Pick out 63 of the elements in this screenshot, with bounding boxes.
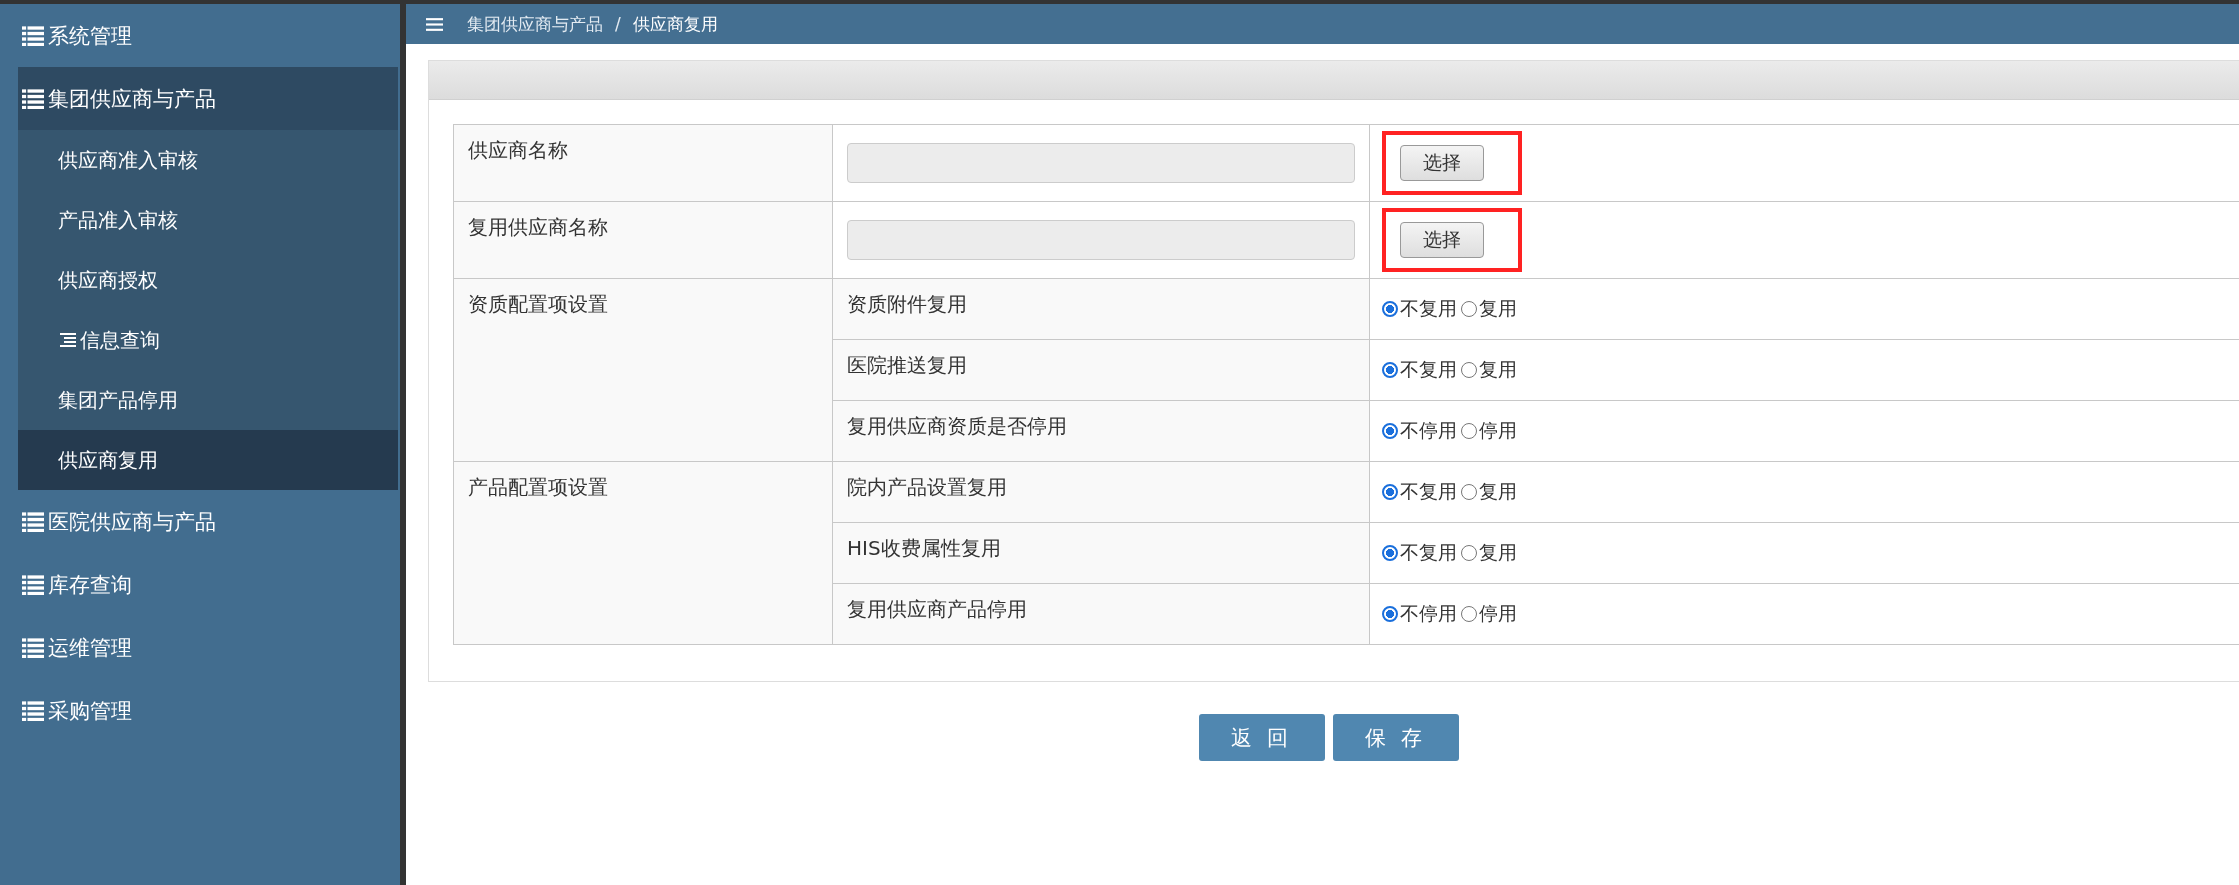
breadcrumb-current: 供应商复用 xyxy=(632,12,718,36)
radio-option[interactable]: 复用 xyxy=(1461,479,1517,505)
radio-button[interactable] xyxy=(1382,484,1398,500)
list-icon xyxy=(22,574,44,595)
radio-button[interactable] xyxy=(1382,423,1398,439)
radio-button[interactable] xyxy=(1382,362,1398,378)
sidebar-item[interactable]: 医院供应商与产品 xyxy=(0,490,400,553)
breadcrumb-separator: / xyxy=(615,14,621,34)
radio-button[interactable] xyxy=(1461,484,1477,500)
sidebar-item[interactable]: 库存查询 xyxy=(0,553,400,616)
sidebar-subitem[interactable]: 集团产品停用 xyxy=(18,370,398,430)
group-label: 产品配置项设置 xyxy=(468,475,608,499)
radio-option[interactable]: 不复用 xyxy=(1382,540,1457,566)
menu-icon[interactable] xyxy=(426,17,443,31)
radio-button[interactable] xyxy=(1382,301,1398,317)
radio-button[interactable] xyxy=(1461,545,1477,561)
select-button[interactable]: 选择 xyxy=(1400,145,1484,181)
list-icon xyxy=(22,25,44,46)
radio-button[interactable] xyxy=(1382,606,1398,622)
input-field[interactable] xyxy=(847,143,1355,183)
sidebar-item[interactable]: 运维管理 xyxy=(0,616,400,679)
radio-button[interactable] xyxy=(1461,606,1477,622)
radio-option[interactable]: 不复用 xyxy=(1382,479,1457,505)
radio-button[interactable] xyxy=(1382,545,1398,561)
radio-option[interactable]: 复用 xyxy=(1461,540,1517,566)
radio-option[interactable]: 不停用 xyxy=(1382,601,1457,627)
breadcrumb-link[interactable]: 集团供应商与产品 xyxy=(467,12,603,36)
action-button[interactable]: 保 存 xyxy=(1332,714,1459,761)
action-button[interactable]: 返 回 xyxy=(1198,714,1325,761)
radio-option[interactable]: 不复用 xyxy=(1382,296,1457,322)
sidebar-item[interactable]: 系统管理 xyxy=(0,4,400,67)
radio-option[interactable]: 复用 xyxy=(1461,296,1517,322)
sidebar-item[interactable]: 采购管理 xyxy=(0,679,400,742)
sidebar-subitem[interactable]: 供应商授权 xyxy=(18,250,398,310)
list-icon xyxy=(22,88,44,109)
group-label: 资质配置项设置 xyxy=(468,292,608,316)
radio-button[interactable] xyxy=(1461,362,1477,378)
sidebar-item[interactable]: 集团供应商与产品 xyxy=(18,67,398,130)
setting-label: 资质附件复用 xyxy=(832,278,1370,340)
setting-label: HIS收费属性复用 xyxy=(832,522,1370,584)
radio-option[interactable]: 复用 xyxy=(1461,357,1517,383)
list-icon xyxy=(22,700,44,721)
field-label: 复用供应商名称 xyxy=(453,201,833,279)
setting-label: 复用供应商产品停用 xyxy=(832,583,1370,645)
radio-option[interactable]: 停用 xyxy=(1461,601,1517,627)
radio-button[interactable] xyxy=(1461,423,1477,439)
list-icon xyxy=(22,511,44,532)
setting-label: 复用供应商资质是否停用 xyxy=(832,400,1370,462)
sidebar-subitem[interactable]: 供应商准入审核 xyxy=(18,130,398,190)
input-field[interactable] xyxy=(847,220,1355,260)
radio-button[interactable] xyxy=(1461,301,1477,317)
setting-label: 医院推送复用 xyxy=(832,339,1370,401)
indent-list-icon xyxy=(58,333,78,347)
select-button[interactable]: 选择 xyxy=(1400,222,1484,258)
setting-label: 院内产品设置复用 xyxy=(832,461,1370,523)
sidebar-subitem[interactable]: 产品准入审核 xyxy=(18,190,398,250)
sidebar-subitem[interactable]: 供应商复用 xyxy=(18,430,398,490)
radio-option[interactable]: 不复用 xyxy=(1382,357,1457,383)
list-icon xyxy=(22,637,44,658)
radio-option[interactable]: 停用 xyxy=(1461,418,1517,444)
field-label: 供应商名称 xyxy=(453,124,833,202)
radio-option[interactable]: 不停用 xyxy=(1382,418,1457,444)
sidebar-subitem[interactable]: 信息查询 xyxy=(18,310,398,370)
